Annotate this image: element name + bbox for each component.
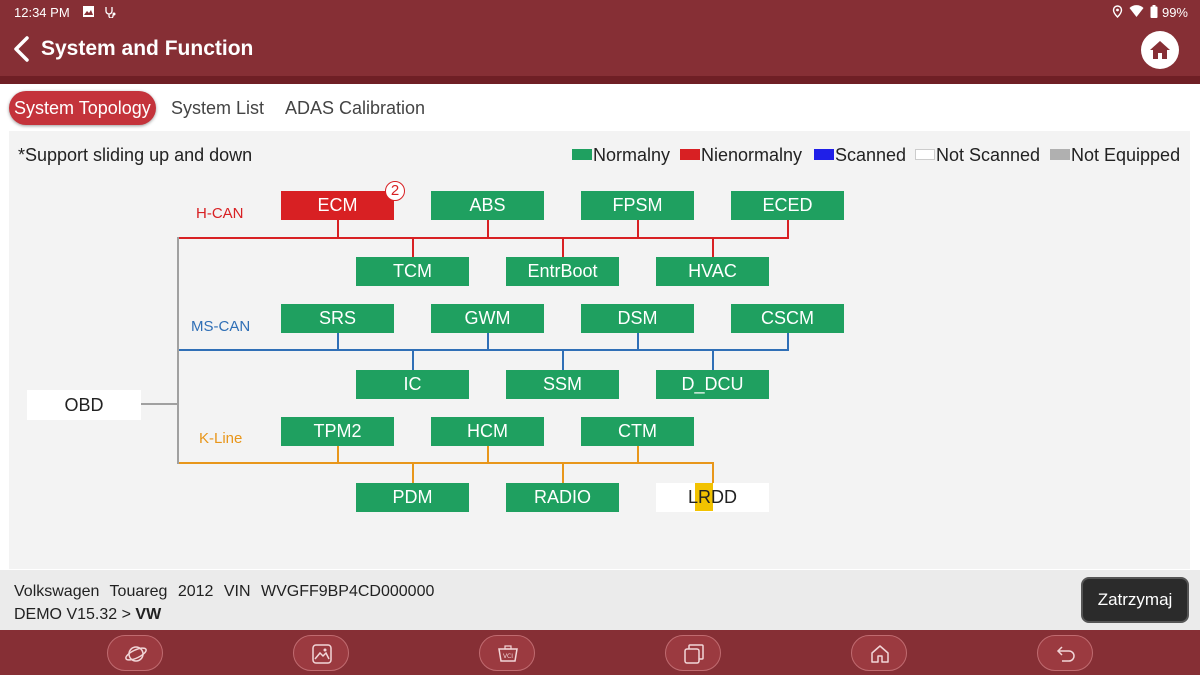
home-icon [871, 645, 889, 663]
obd-node[interactable]: OBD [27, 390, 141, 420]
nav-back-button[interactable] [1037, 635, 1093, 671]
node-dsm[interactable]: DSM [581, 304, 694, 333]
node-srs[interactable]: SRS [281, 304, 394, 333]
mscan-bus-line [177, 349, 789, 351]
home-button[interactable] [1141, 31, 1179, 69]
obd-connector-line [141, 403, 177, 405]
legend-not-equipped-swatch [1050, 148, 1070, 160]
planet-icon [125, 646, 147, 662]
legend-abnormal: Nienormalny [680, 145, 802, 166]
mscan-drop [487, 332, 489, 349]
gallery-icon [312, 644, 332, 664]
nav-vci-button[interactable]: VCI [479, 635, 535, 671]
brand-label: VW [135, 606, 162, 623]
legend-scanned-swatch [814, 148, 834, 160]
nav-planet-button[interactable] [107, 635, 163, 671]
page-title: System and Function [41, 37, 254, 60]
node-tpm2[interactable]: TPM2 [281, 417, 394, 446]
legend-not-equipped: Not Equipped [1050, 145, 1180, 166]
status-time: 12:34 PM [14, 5, 70, 20]
legend-not-scanned: Not Scanned [915, 145, 1040, 166]
mscan-label: MS-CAN [191, 318, 251, 335]
battery-level: 99% [1161, 5, 1188, 20]
status-bar: 12:34 PM 99% [0, 0, 1200, 24]
scroll-hint: *Support sliding up and down [18, 145, 253, 165]
obd-trunk-line [177, 237, 179, 464]
node-d-dcu[interactable]: D_DCU [656, 370, 769, 399]
image-notification-icon [83, 6, 94, 17]
kline-drop [562, 464, 564, 483]
nav-recent-apps-button[interactable] [665, 635, 721, 671]
legend-not-scanned-swatch [915, 148, 935, 160]
node-tcm[interactable]: TCM [356, 257, 469, 286]
mscan-drop [412, 351, 414, 370]
legend-normal: Normalny [572, 145, 670, 166]
node-ssm[interactable]: SSM [506, 370, 619, 399]
wifi-icon [1129, 5, 1144, 17]
tab-system-topology[interactable]: System Topology [9, 91, 156, 125]
location-icon [1112, 5, 1123, 18]
hcan-drop [637, 219, 639, 237]
mscan-drop [787, 332, 789, 349]
svg-text:VCI: VCI [503, 653, 513, 660]
node-ctm[interactable]: CTM [581, 417, 694, 446]
node-entrboot[interactable]: EntrBoot [506, 257, 619, 286]
tab-adas-calibration[interactable]: ADAS Calibration [280, 91, 430, 125]
back-icon [1056, 646, 1075, 662]
kline-bus-line [177, 462, 714, 464]
node-lrdd[interactable]: LRDD [656, 483, 769, 512]
hcan-label: H-CAN [196, 205, 244, 222]
diagnostic-notification-icon [105, 7, 116, 18]
hcan-drop [712, 239, 714, 257]
node-cscm[interactable]: CSCM [731, 304, 844, 333]
back-arrow-icon[interactable] [8, 34, 36, 64]
kline-drop [487, 445, 489, 462]
mscan-drop [712, 351, 714, 370]
mscan-drop [337, 332, 339, 349]
kline-drop [337, 445, 339, 462]
header-stripe [0, 76, 1200, 84]
hcan-drop [487, 219, 489, 237]
hcan-drop [562, 239, 564, 257]
mscan-drop [562, 351, 564, 370]
node-ecm[interactable]: ECM [281, 191, 394, 220]
home-icon [1150, 41, 1170, 59]
node-pdm[interactable]: PDM [356, 483, 469, 512]
node-eced[interactable]: ECED [731, 191, 844, 220]
vehicle-info: Volkswagen Touareg 2012 VIN WVGFF9BP4CD0… [14, 583, 435, 600]
node-abs[interactable]: ABS [431, 191, 544, 220]
battery-icon [1150, 5, 1158, 18]
legend-normal-swatch [572, 148, 592, 160]
nav-gallery-button[interactable] [293, 635, 349, 671]
hcan-bus-line [177, 237, 789, 239]
vehicle-info-bar: Volkswagen Touareg 2012 VIN WVGFF9BP4CD0… [0, 570, 1200, 630]
node-fpsm[interactable]: FPSM [581, 191, 694, 220]
bottom-navigation: VCI [0, 630, 1200, 675]
kline-drop [712, 464, 714, 483]
stop-button[interactable]: Zatrzymaj [1081, 577, 1189, 623]
nav-home-button[interactable] [851, 635, 907, 671]
tab-system-list[interactable]: System List [166, 91, 269, 125]
mscan-drop [637, 332, 639, 349]
hcan-drop [787, 219, 789, 237]
kline-label: K-Line [199, 430, 243, 447]
vci-icon: VCI [498, 645, 518, 662]
hcan-drop [337, 219, 339, 237]
kline-drop [637, 445, 639, 462]
ecm-fault-badge: 2 [385, 181, 405, 201]
node-hvac[interactable]: HVAC [656, 257, 769, 286]
hcan-drop [412, 239, 414, 257]
node-hcm[interactable]: HCM [431, 417, 544, 446]
legend-abnormal-swatch [680, 148, 700, 160]
node-gwm[interactable]: GWM [431, 304, 544, 333]
node-ic[interactable]: IC [356, 370, 469, 399]
tab-bar: System Topology System List ADAS Calibra… [0, 84, 1200, 131]
legend-scanned: Scanned [814, 145, 906, 166]
node-radio[interactable]: RADIO [506, 483, 619, 512]
software-version: DEMO V15.32 > VW [14, 606, 162, 623]
app-header: System and Function [0, 24, 1200, 76]
recent-apps-icon [684, 644, 704, 664]
kline-drop [412, 464, 414, 483]
